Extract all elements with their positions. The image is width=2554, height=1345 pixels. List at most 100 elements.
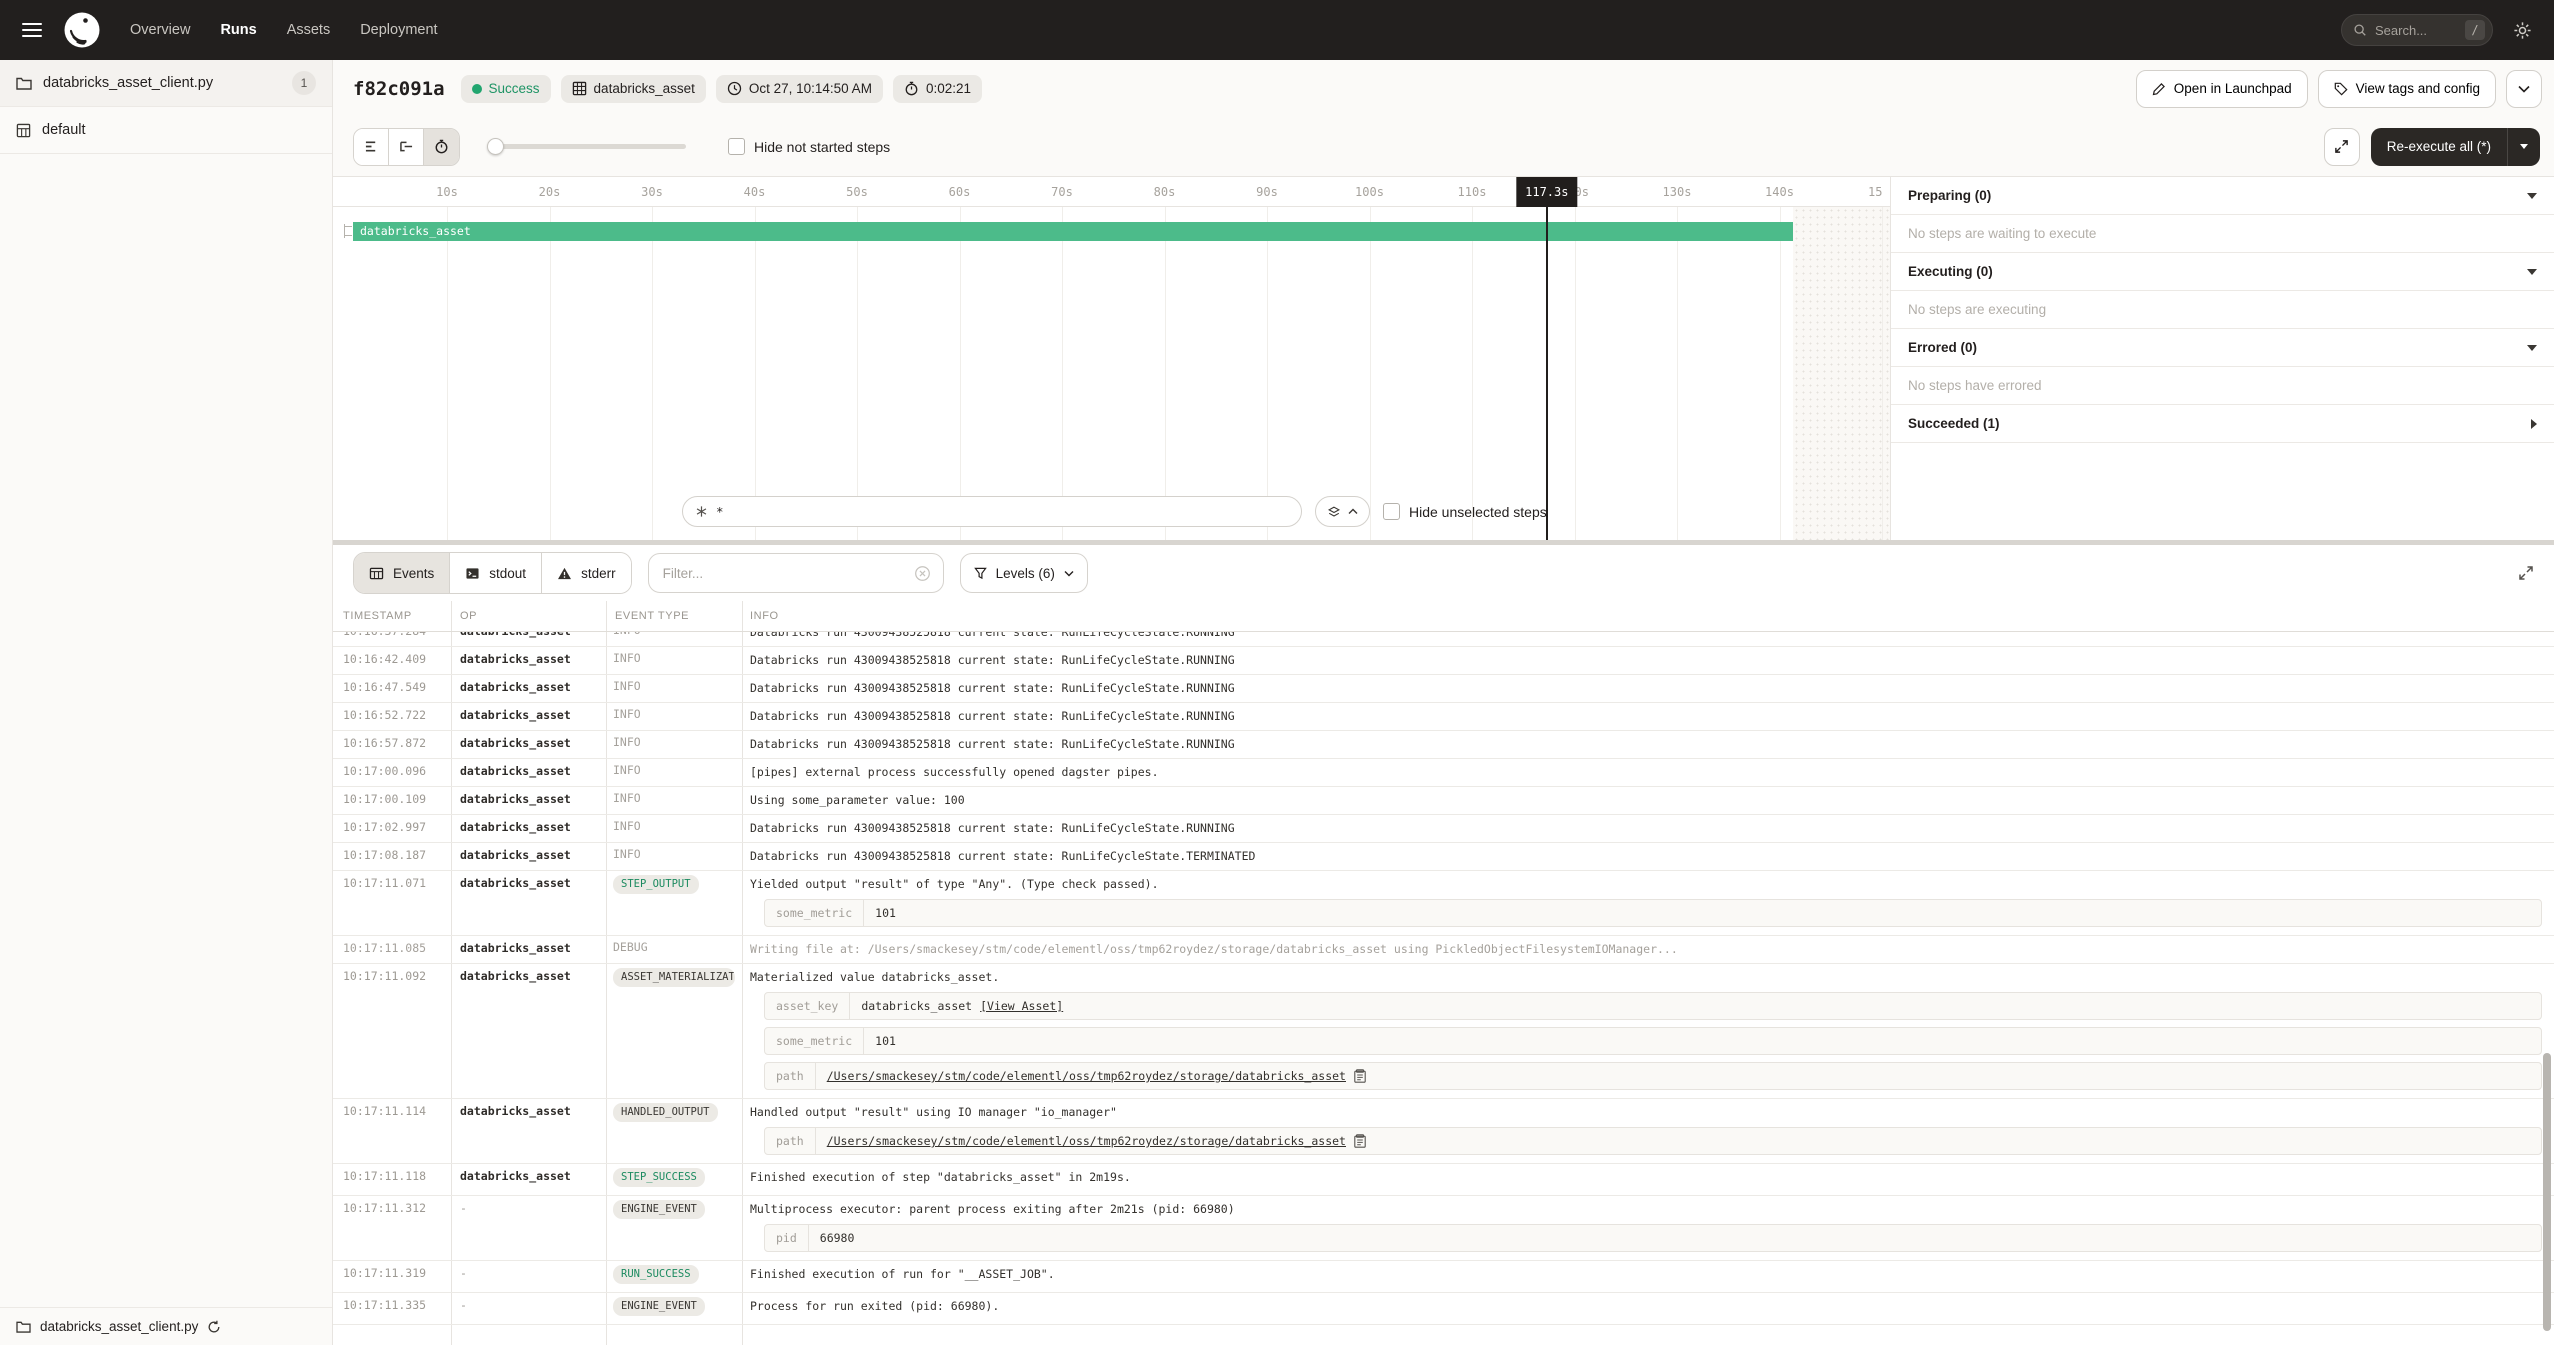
column-header-op: OP	[452, 601, 607, 631]
log-event-type: INFO	[607, 815, 743, 842]
hide-unselected-checkbox[interactable]	[1383, 503, 1400, 520]
metadata-path-link[interactable]: /Users/smackesey/stm/code/elementl/oss/t…	[827, 1069, 1346, 1083]
timed-view-button[interactable]	[424, 129, 459, 165]
log-message: Handled output "result" using IO manager…	[750, 1104, 2544, 1120]
tab-stdout[interactable]: stdout	[450, 553, 542, 593]
log-op[interactable]: databricks_asset	[452, 675, 607, 702]
section-executing[interactable]: Executing (0)	[1891, 253, 2554, 291]
log-info: Databricks run 43009438525818 current st…	[743, 675, 2554, 702]
log-timestamp[interactable]: 10:16:52.722	[333, 703, 452, 730]
view-asset-link[interactable]: [View Asset]	[980, 999, 1063, 1013]
log-timestamp[interactable]: 10:17:11.118	[333, 1164, 452, 1195]
zoom-slider[interactable]	[490, 144, 686, 149]
timeline-gridline	[1370, 207, 1371, 540]
log-timestamp[interactable]: 10:17:00.096	[333, 759, 452, 786]
timeline-tick-label: 70s	[1051, 185, 1073, 199]
gantt-step-bar[interactable]: databricks_asset	[353, 222, 1793, 241]
event-type-label: INFO	[613, 679, 641, 693]
op-selection-input[interactable]: *	[682, 496, 1302, 527]
log-op[interactable]: databricks_asset	[452, 731, 607, 758]
copy-icon[interactable]	[1354, 1134, 1366, 1148]
dagster-logo[interactable]	[64, 12, 100, 48]
reexecute-all-button[interactable]: Re-execute all (*)	[2371, 128, 2540, 166]
metadata-label: path	[765, 1128, 816, 1154]
search-input[interactable]: Search... /	[2341, 14, 2493, 46]
event-type-badge: HANDLED_OUTPUT	[613, 1103, 718, 1122]
sidebar-item-code-location[interactable]: databricks_asset_client.py 1	[0, 60, 332, 107]
log-row: 10:17:11.114databricks_asset HANDLED_OUTP…	[333, 1099, 2554, 1164]
reexecute-options-chevron[interactable]	[2508, 144, 2540, 149]
log-op[interactable]: databricks_asset	[452, 647, 607, 674]
zoom-slider-thumb[interactable]	[487, 138, 504, 155]
run-count-badge: 1	[292, 71, 316, 95]
clear-filter-icon[interactable]	[914, 565, 931, 582]
run-target-tag[interactable]: databricks_asset	[561, 75, 706, 103]
event-type-label: INFO	[613, 707, 641, 721]
section-succeeded[interactable]: Succeeded (1)	[1891, 405, 2554, 443]
flat-view-button[interactable]	[354, 129, 389, 165]
section-errored[interactable]: Errored (0)	[1891, 329, 2554, 367]
log-message: Using some_parameter value: 100	[750, 792, 2544, 808]
log-op[interactable]: databricks_asset	[452, 936, 607, 963]
open-in-launchpad-button[interactable]: Open in Launchpad	[2136, 70, 2308, 108]
time-marker-line[interactable]	[1546, 207, 1548, 540]
log-op[interactable]: databricks_asset	[452, 871, 607, 935]
nav-link-deployment[interactable]: Deployment	[360, 22, 437, 38]
log-op[interactable]: databricks_asset	[452, 815, 607, 842]
log-op[interactable]: databricks_asset	[452, 703, 607, 730]
log-op[interactable]: -	[452, 1293, 607, 1324]
log-op[interactable]: -	[452, 1196, 607, 1260]
log-row: 10:16:37.284databricks_assetINFODatabric…	[333, 632, 2554, 647]
waterfall-view-button[interactable]	[389, 129, 424, 165]
nav-link-overview[interactable]: Overview	[130, 22, 190, 38]
graph-query-toggle-button[interactable]	[1315, 496, 1370, 527]
log-op[interactable]: databricks_asset	[452, 964, 607, 1098]
event-type-badge: ASSET_MATERIALIZAT…	[613, 968, 735, 987]
log-timestamp[interactable]: 10:16:57.872	[333, 731, 452, 758]
log-op[interactable]: databricks_asset	[452, 1099, 607, 1163]
log-op[interactable]: databricks_asset	[452, 1164, 607, 1195]
run-actions-chevron-button[interactable]	[2506, 70, 2542, 108]
view-tags-config-button[interactable]: View tags and config	[2318, 70, 2496, 108]
log-filter-input[interactable]: Filter...	[648, 553, 944, 593]
metadata-path-link[interactable]: /Users/smackesey/stm/code/elementl/oss/t…	[827, 1134, 1346, 1148]
metadata-label: some_metric	[765, 900, 864, 926]
caret-down-icon	[2527, 193, 2537, 199]
nav-link-runs[interactable]: Runs	[220, 22, 256, 38]
metadata-value-text: databricks_asset	[861, 999, 972, 1013]
section-preparing[interactable]: Preparing (0)	[1891, 177, 2554, 215]
log-op[interactable]: databricks_asset	[452, 759, 607, 786]
sidebar-item-default-job[interactable]: default	[0, 107, 332, 154]
log-timestamp[interactable]: 10:16:47.549	[333, 675, 452, 702]
log-timestamp[interactable]: 10:17:11.335	[333, 1293, 452, 1324]
gantt-chart[interactable]: 10s20s30s40s50s60s70s80s90s100s110s120s1…	[333, 177, 1890, 540]
log-timestamp[interactable]: 10:17:11.092	[333, 964, 452, 1098]
log-op[interactable]: -	[452, 1261, 607, 1292]
tab-events[interactable]: Events	[354, 553, 450, 593]
log-timestamp[interactable]: 10:17:11.071	[333, 871, 452, 935]
log-op[interactable]: databricks_asset	[452, 632, 607, 646]
log-timestamp[interactable]: 10:17:00.109	[333, 787, 452, 814]
copy-icon[interactable]	[1354, 1069, 1366, 1083]
log-timestamp[interactable]: 10:17:08.187	[333, 843, 452, 870]
log-scrollbar-thumb[interactable]	[2543, 1053, 2551, 1331]
log-timestamp[interactable]: 10:17:11.319	[333, 1261, 452, 1292]
tab-stderr[interactable]: stderr	[542, 553, 631, 593]
log-timestamp[interactable]: 10:17:11.312	[333, 1196, 452, 1260]
hide-not-started-checkbox[interactable]	[728, 138, 745, 155]
hamburger-menu-icon[interactable]	[22, 23, 42, 37]
levels-filter-button[interactable]: Levels (6)	[960, 553, 1088, 593]
section-errored-empty: No steps have errored	[1891, 367, 2554, 405]
gantt-fullscreen-button[interactable]	[2324, 128, 2360, 166]
log-timestamp[interactable]: 10:17:11.085	[333, 936, 452, 963]
log-timestamp[interactable]: 10:16:37.284	[333, 632, 452, 646]
log-fullscreen-icon[interactable]	[2518, 565, 2534, 581]
log-timestamp[interactable]: 10:16:42.409	[333, 647, 452, 674]
log-op[interactable]: databricks_asset	[452, 787, 607, 814]
log-timestamp[interactable]: 10:17:11.114	[333, 1099, 452, 1163]
log-timestamp[interactable]: 10:17:02.997	[333, 815, 452, 842]
refresh-icon[interactable]	[207, 1320, 221, 1334]
log-op[interactable]: databricks_asset	[452, 843, 607, 870]
gear-icon[interactable]	[2513, 21, 2532, 40]
nav-link-assets[interactable]: Assets	[287, 22, 331, 38]
